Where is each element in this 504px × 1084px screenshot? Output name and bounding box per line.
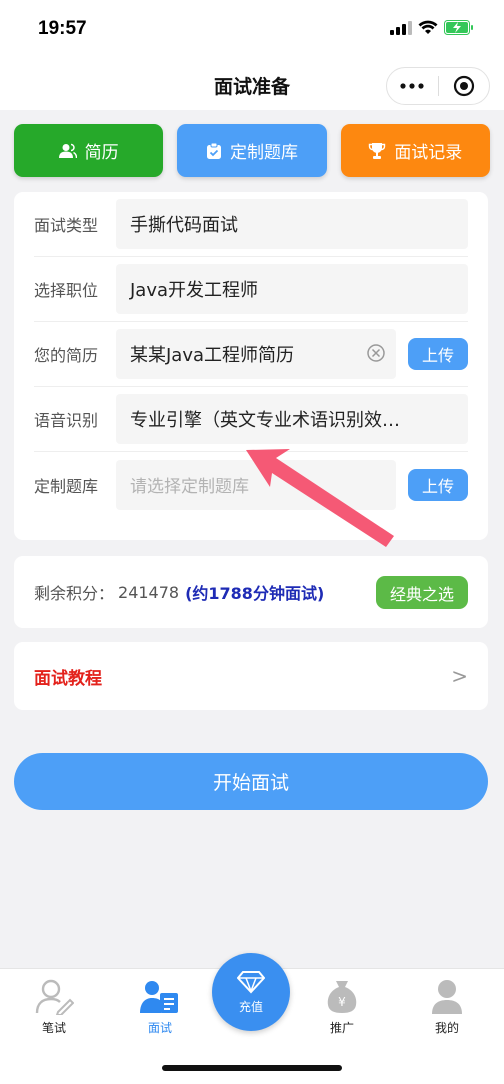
- resume-label: 您的简历: [34, 346, 99, 365]
- clipboard-icon: [206, 142, 221, 159]
- chevron-right-icon: >: [451, 664, 468, 688]
- tab-written[interactable]: 笔试: [14, 979, 94, 1036]
- recharge-button[interactable]: 充值: [212, 953, 290, 1031]
- tab-mine[interactable]: 我的: [407, 979, 487, 1036]
- question-bank-row: 定制题库 请选择定制题库 上传: [34, 452, 468, 517]
- classic-choice-button[interactable]: 经典之选: [376, 576, 468, 609]
- money-bag-icon: ¥: [327, 981, 357, 1013]
- custom-bank-button[interactable]: 定制题库: [177, 124, 327, 177]
- interview-settings-card: 面试类型 手撕代码面试 选择职位 Java开发工程师 您的简历 某某Java工程…: [14, 192, 488, 540]
- recharge-label: 充值: [238, 999, 263, 1014]
- interview-icon: [140, 981, 178, 1013]
- tab-promote[interactable]: ¥ 推广: [302, 979, 382, 1036]
- wifi-icon: [418, 20, 438, 34]
- question-bank-upload-button[interactable]: 上传: [408, 468, 468, 501]
- close-mini-program-button[interactable]: [439, 68, 490, 104]
- more-dots-icon: [400, 83, 424, 89]
- interview-records-button-label: 面试记录: [394, 143, 463, 163]
- interview-type-row: 面试类型 手撕代码面试: [34, 192, 468, 257]
- resume-select[interactable]: 某某Java工程师简历: [116, 329, 396, 379]
- tab-promote-label: 推广: [329, 1021, 354, 1035]
- speech-engine-select[interactable]: 专业引擎（英文专业术语识别效…: [116, 394, 468, 444]
- speech-row: 语音识别 专业引擎（英文专业术语识别效…: [34, 387, 468, 452]
- svg-text:¥: ¥: [338, 995, 346, 1009]
- position-label: 选择职位: [34, 281, 99, 300]
- tab-mine-label: 我的: [434, 1021, 459, 1035]
- credits-value: 241478: [118, 582, 180, 602]
- question-bank-label: 定制题库: [34, 476, 99, 496]
- home-indicator: [162, 1065, 342, 1071]
- tab-bar: 笔试 面试 充值 ¥ 推广 我的: [0, 953, 504, 1084]
- status-bar: 19:57: [0, 0, 504, 62]
- mini-program-capsule: [386, 67, 490, 105]
- tab-written-label: 笔试: [41, 1021, 66, 1035]
- top-button-row: 简历 定制题库 面试记录: [14, 124, 490, 177]
- trophy-icon: [369, 142, 386, 159]
- interview-records-button[interactable]: 面试记录: [340, 124, 490, 177]
- resume-row: 您的简历 某某Java工程师简历 上传: [34, 322, 468, 387]
- interview-type-select[interactable]: 手撕代码面试: [116, 199, 468, 249]
- tab-interview[interactable]: 面试: [120, 979, 200, 1036]
- credits-minutes: (约1788分钟面试): [185, 584, 325, 603]
- resume-upload-button[interactable]: 上传: [408, 338, 468, 370]
- target-circle-icon: [453, 75, 474, 97]
- status-icons: [390, 20, 474, 35]
- user-icon: [432, 980, 462, 1014]
- status-time: 19:57: [38, 18, 87, 39]
- start-interview-button[interactable]: 开始面试: [14, 753, 488, 810]
- position-row: 选择职位 Java开发工程师: [34, 257, 468, 322]
- battery-charging-icon: [444, 20, 473, 35]
- diamond-icon: [237, 970, 265, 993]
- custom-bank-button-label: 定制题库: [229, 143, 298, 163]
- tutorial-label: 面试教程: [34, 668, 102, 689]
- resume-button[interactable]: 简历: [14, 124, 164, 177]
- credits-card: 剩余积分： 241478 (约1788分钟面试) 经典之选: [14, 556, 488, 628]
- tutorial-card[interactable]: 面试教程 >: [14, 642, 488, 710]
- signal-icon: [390, 20, 412, 35]
- position-select[interactable]: Java开发工程师: [116, 264, 468, 314]
- resume-button-label: 简历: [84, 143, 119, 163]
- credits-label: 剩余积分：: [34, 584, 115, 603]
- resume-value: 某某Java工程师简历: [130, 345, 295, 366]
- person-icon: [58, 143, 77, 158]
- more-button[interactable]: [387, 68, 438, 104]
- tab-interview-label: 面试: [147, 1021, 172, 1035]
- interview-type-label: 面试类型: [34, 216, 99, 235]
- speech-label: 语音识别: [34, 411, 99, 430]
- clear-icon[interactable]: [366, 343, 386, 363]
- question-bank-select[interactable]: 请选择定制题库: [116, 459, 396, 510]
- pen-person-icon: [35, 979, 74, 1015]
- nav-bar: 面试准备: [0, 62, 504, 110]
